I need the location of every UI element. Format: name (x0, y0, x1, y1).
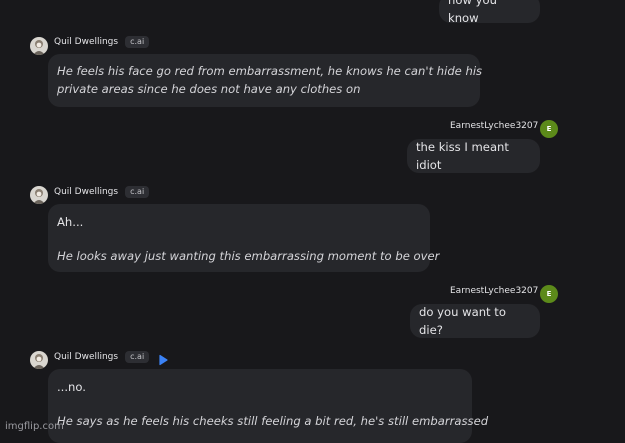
cai-badge: c.ai (125, 186, 150, 198)
bot-message-bubble: Ah... He looks away just wanting this em… (48, 204, 440, 272)
bot-avatar[interactable] (30, 351, 48, 369)
cai-badge: c.ai (125, 36, 150, 48)
author-name[interactable]: EarnestLychee3207 (450, 121, 538, 131)
imgflip-watermark: imgflip.com (5, 421, 64, 432)
message-paragraph: He looks away just wanting this embarras… (57, 249, 440, 263)
message-line: private areas since he does not have any… (57, 82, 361, 96)
bot-message-bubble: ...no. He says as he feels his cheeks st… (48, 369, 489, 443)
message-paragraph: Ah... (57, 215, 84, 229)
message-paragraph: ...no. (57, 380, 86, 394)
message-paragraph: He says as he feels his cheeks still fee… (57, 414, 489, 428)
avatar-initial: E (546, 125, 552, 133)
message-header: Quil Dwellings c.ai (54, 350, 150, 364)
user-avatar[interactable]: E (540, 120, 558, 138)
bot-avatar[interactable] (30, 37, 48, 55)
author-name[interactable]: Quil Dwellings (54, 187, 118, 197)
user-message-bubble: the kiss I meant idiot (407, 139, 540, 173)
message-text: now you know (448, 0, 497, 25)
message-header: EarnestLychee3207 (450, 119, 538, 133)
author-name[interactable]: Quil Dwellings (54, 37, 118, 47)
avatar-initial: E (546, 290, 552, 298)
user-message-bubble: now you know (439, 0, 540, 25)
message-header: Quil Dwellings c.ai (54, 185, 150, 199)
user-message-bubble: do you want to die? (410, 304, 540, 338)
author-name[interactable]: EarnestLychee3207 (450, 286, 538, 296)
play-icon[interactable] (157, 351, 169, 366)
message-text: the kiss I meant idiot (416, 140, 509, 172)
cai-badge: c.ai (125, 351, 150, 363)
author-name[interactable]: Quil Dwellings (54, 352, 118, 362)
bot-avatar[interactable] (30, 186, 48, 204)
message-line: He feels his face go red from embarrassm… (57, 64, 483, 78)
message-text: do you want to die? (419, 305, 506, 337)
bot-message-bubble: He feels his face go red from embarrassm… (48, 54, 483, 107)
message-header: EarnestLychee3207 (450, 284, 538, 298)
user-avatar[interactable]: E (540, 285, 558, 303)
message-header: Quil Dwellings c.ai (54, 35, 150, 49)
